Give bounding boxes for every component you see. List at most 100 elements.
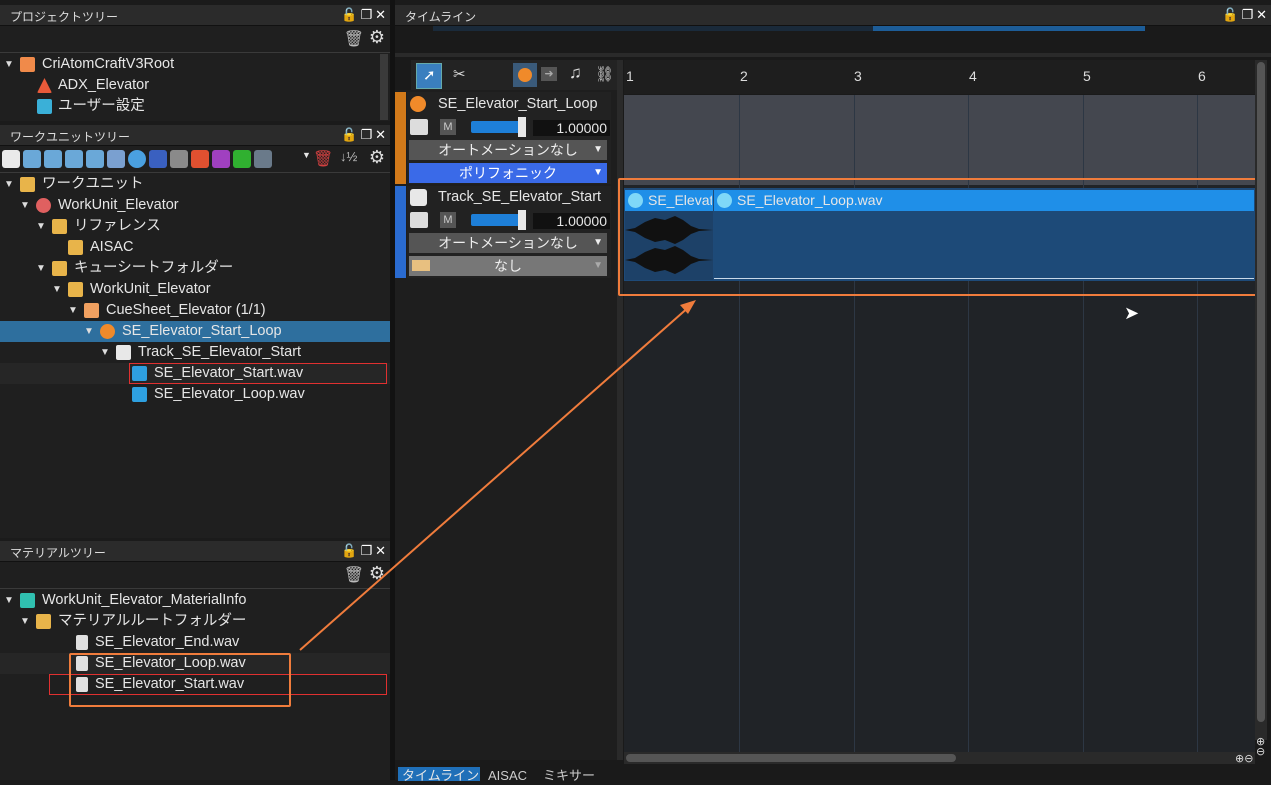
automation-dropdown[interactable]: オートメーションなし ▼ <box>409 233 607 253</box>
cue-mode-button[interactable] <box>513 63 537 87</box>
volume-slider[interactable] <box>471 214 523 226</box>
unlock-icon[interactable]: 🔓 <box>341 127 357 143</box>
link-button[interactable]: ⛓ <box>593 63 617 87</box>
expand-arrow-icon[interactable]: ▼ <box>4 54 14 75</box>
folder-icon <box>20 57 35 72</box>
tab-mixer[interactable]: ミキサー <box>543 767 595 785</box>
track-icon[interactable] <box>2 150 20 168</box>
person-icon[interactable] <box>170 150 188 168</box>
tree-item-label: ユーザー設定 <box>58 98 145 114</box>
tree-item-workunit[interactable]: ▼ WorkUnit_Elevator <box>0 195 390 216</box>
volume-slider-thumb[interactable] <box>518 210 526 230</box>
tree-item-waveform-start[interactable]: SE_Elevator_Start.wav <box>0 363 390 384</box>
automation-dropdown[interactable]: オートメーションなし ▼ <box>409 140 607 160</box>
tree-item-label: SE_Elevator_Loop.wav <box>154 386 305 402</box>
tree-item-material-root[interactable]: ▼ マテリアルルートフォルダー <box>0 611 390 632</box>
tree-item-label: WorkUnit_Elevator_MaterialInfo <box>42 592 247 608</box>
aisac-icon[interactable] <box>191 150 209 168</box>
timeline-toolbar: ➚ ✂ ➜ ♫ ⛓ <box>411 60 617 90</box>
tree-item-label: WorkUnit_Elevator <box>58 197 179 213</box>
cue-lane[interactable] <box>624 95 1255 185</box>
tab-timeline[interactable]: タイムライン <box>398 767 480 781</box>
tree-item-material-end[interactable]: SE_Elevator_End.wav <box>0 632 390 653</box>
mode-dropdown[interactable]: ポリフォニック ▼ <box>409 163 607 183</box>
arrow-button[interactable]: ➜ <box>537 63 561 87</box>
restore-window-icon[interactable]: ❐ <box>360 7 372 23</box>
volume-value[interactable]: 1.00000 <box>533 120 610 136</box>
bottom-tab-bar: タイムライン AISAC ミキサー <box>395 765 1271 783</box>
splitter[interactable] <box>395 53 1271 57</box>
network-icon[interactable] <box>128 150 146 168</box>
overview-viewport[interactable] <box>873 26 1145 31</box>
palette-icon[interactable] <box>149 150 167 168</box>
scrollbar[interactable] <box>380 54 388 120</box>
close-icon[interactable]: ✕ <box>375 7 386 23</box>
tree-item-workunit-folder[interactable]: ▼ WorkUnit_Elevator <box>0 279 390 300</box>
tree-item-cue-selected[interactable]: ▼ SE_Elevator_Start_Loop <box>0 321 390 342</box>
gear-icon[interactable]: ⚙ <box>369 147 385 168</box>
tree-item-material-info[interactable]: ▼ WorkUnit_Elevator_MaterialInfo <box>0 590 390 611</box>
tree-item-cuesheet[interactable]: ▼ CueSheet_Elevator (1/1) <box>0 300 390 321</box>
tree-item-reference[interactable]: ▼ リファレンス <box>0 216 390 237</box>
option-dropdown[interactable]: なし ▼ <box>409 256 607 276</box>
tree-item-label: CriAtomCraftV3Root <box>42 56 175 72</box>
project-tree-titlebar: プロジェクトツリー 🔓 ❐ ✕ <box>0 5 390 26</box>
tree-item-root[interactable]: ▼ CriAtomCraftV3Root <box>0 54 390 75</box>
cue-name: SE_Elevator_Start_Loop <box>438 96 598 112</box>
folder-icon <box>52 219 67 234</box>
gear-icon[interactable]: ⚙ <box>369 563 385 584</box>
unlock-icon[interactable]: 🔓 <box>341 543 357 559</box>
splitter[interactable] <box>617 60 623 760</box>
zoom-out-icon[interactable]: ⊖ <box>1256 745 1265 758</box>
unlock-icon[interactable]: 🔓 <box>341 7 357 23</box>
tree-item-track[interactable]: ▼ Track_SE_Elevator_Start <box>0 342 390 363</box>
tab-aisac[interactable]: AISAC <box>488 767 527 785</box>
envelope-icon[interactable] <box>410 119 428 135</box>
clapper-icon[interactable] <box>44 150 62 168</box>
close-icon[interactable]: ✕ <box>375 127 386 143</box>
close-icon[interactable]: ✕ <box>375 543 386 559</box>
tree-item-workunits[interactable]: ▼ ワークユニット <box>0 174 390 195</box>
unlock-icon[interactable]: 🔓 <box>1222 7 1238 23</box>
folder-icon <box>36 614 51 629</box>
restore-window-icon[interactable]: ❐ <box>360 543 372 559</box>
close-icon[interactable]: ✕ <box>1256 7 1267 23</box>
tree-item-cuesheet-folder[interactable]: ▼ キューシートフォルダー <box>0 258 390 279</box>
select-tool-button[interactable]: ➚ <box>416 63 442 89</box>
clapper-icon[interactable] <box>86 150 104 168</box>
dropdown-arrow-icon[interactable]: ▼ <box>302 150 311 160</box>
cut-tool-button[interactable]: ✂ <box>449 63 473 87</box>
tree-item-user-settings[interactable]: ユーザー設定 <box>0 96 390 117</box>
scrollbar-thumb[interactable] <box>1257 62 1265 722</box>
clapper-icon[interactable] <box>65 150 83 168</box>
clapper-icon[interactable] <box>107 150 125 168</box>
tree-item-adx-elevator[interactable]: ADX_Elevator <box>0 75 390 96</box>
tree-item-label: SE_Elevator_Start_Loop <box>122 323 282 339</box>
flag-icon[interactable] <box>233 150 251 168</box>
volume-slider[interactable] <box>471 121 523 133</box>
music-button[interactable]: ♫ <box>565 63 589 87</box>
project-icon <box>37 78 52 93</box>
trash-icon[interactable]: 🗑 <box>344 565 364 585</box>
envelope-icon[interactable] <box>410 212 428 228</box>
volume-value[interactable]: 1.00000 <box>533 213 610 229</box>
tree-item-aisac[interactable]: AISAC <box>0 237 390 258</box>
bus-icon[interactable] <box>254 150 272 168</box>
time-ruler[interactable] <box>624 60 1255 94</box>
scrollbar-thumb[interactable] <box>626 754 956 762</box>
restore-window-icon[interactable]: ❐ <box>360 127 372 143</box>
clapper-icon[interactable] <box>23 150 41 168</box>
category-icon[interactable] <box>212 150 230 168</box>
mute-button[interactable]: M <box>440 212 456 228</box>
vertical-scrollbar[interactable] <box>1255 60 1267 740</box>
restore-window-icon[interactable]: ❐ <box>1241 7 1253 23</box>
horizontal-scrollbar[interactable] <box>624 752 1255 764</box>
volume-slider-thumb[interactable] <box>518 117 526 137</box>
trash-icon[interactable]: 🗑 <box>313 149 333 169</box>
tree-item-waveform-loop[interactable]: SE_Elevator_Loop.wav <box>0 384 390 405</box>
trash-icon[interactable]: 🗑 <box>344 29 364 49</box>
mute-button[interactable]: M <box>440 119 456 135</box>
zoom-horizontal-icon[interactable]: ⊕⊖ <box>1235 752 1253 765</box>
sort-icon[interactable]: ↓½ <box>340 149 357 164</box>
gear-icon[interactable]: ⚙ <box>369 27 385 48</box>
